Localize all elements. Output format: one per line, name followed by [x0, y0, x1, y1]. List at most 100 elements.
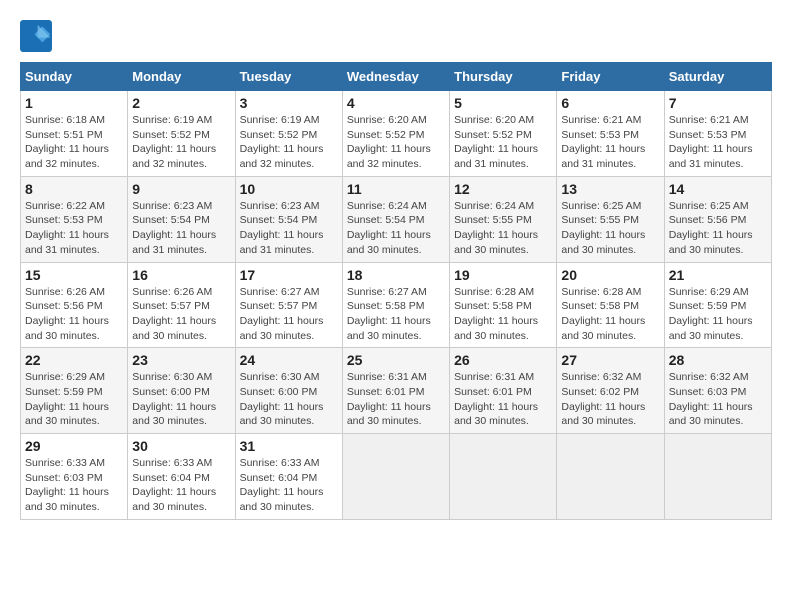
- day-detail: Sunrise: 6:20 AMSunset: 5:52 PMDaylight:…: [347, 113, 445, 172]
- dow-header: Monday: [128, 63, 235, 91]
- calendar-cell: 25Sunrise: 6:31 AMSunset: 6:01 PMDayligh…: [342, 348, 449, 434]
- day-detail: Sunrise: 6:29 AMSunset: 5:59 PMDaylight:…: [669, 285, 767, 344]
- day-number: 1: [25, 95, 123, 111]
- dow-header: Saturday: [664, 63, 771, 91]
- calendar-cell: 24 Sunrise: 6:30 AMSunset: 6:00 PMDayligh…: [235, 348, 342, 434]
- day-detail: Sunrise: 6:24 AMSunset: 5:55 PMDaylight:…: [454, 199, 552, 258]
- calendar-cell: 11 Sunrise: 6:24 AMSunset: 5:54 PMDayligh…: [342, 176, 449, 262]
- day-detail: Sunrise: 6:29 AMSunset: 5:59 PMDaylight:…: [25, 370, 123, 429]
- calendar-cell: 26 Sunrise: 6:31 AMSunset: 6:01 PMDayligh…: [450, 348, 557, 434]
- day-detail: Sunrise: 6:32 AMSunset: 6:03 PMDaylight:…: [669, 370, 767, 429]
- day-detail: Sunrise: 6:23 AMSunset: 5:54 PMDaylight:…: [240, 199, 338, 258]
- logo-icon: [20, 20, 52, 52]
- day-detail: Sunrise: 6:33 AMSunset: 6:03 PMDaylight:…: [25, 456, 123, 515]
- day-detail: Sunrise: 6:28 AMSunset: 5:58 PMDaylight:…: [454, 285, 552, 344]
- calendar-cell: 8Sunrise: 6:22 AMSunset: 5:53 PMDaylight…: [21, 176, 128, 262]
- calendar-cell: 22 Sunrise: 6:29 AMSunset: 5:59 PMDayligh…: [21, 348, 128, 434]
- calendar-cell: 29 Sunrise: 6:33 AMSunset: 6:03 PMDayligh…: [21, 434, 128, 520]
- calendar-cell: 18 Sunrise: 6:27 AMSunset: 5:58 PMDayligh…: [342, 262, 449, 348]
- calendar-week-row: 29 Sunrise: 6:33 AMSunset: 6:03 PMDayligh…: [21, 434, 772, 520]
- calendar-cell: 10Sunrise: 6:23 AMSunset: 5:54 PMDayligh…: [235, 176, 342, 262]
- day-detail: Sunrise: 6:26 AMSunset: 5:57 PMDaylight:…: [132, 285, 230, 344]
- day-number: 23: [132, 352, 230, 368]
- day-number: 9: [132, 181, 230, 197]
- calendar-cell: [342, 434, 449, 520]
- day-detail: Sunrise: 6:23 AMSunset: 5:54 PMDaylight:…: [132, 199, 230, 258]
- day-number: 11: [347, 181, 445, 197]
- day-detail: Sunrise: 6:21 AMSunset: 5:53 PMDaylight:…: [561, 113, 659, 172]
- calendar-week-row: 8Sunrise: 6:22 AMSunset: 5:53 PMDaylight…: [21, 176, 772, 262]
- calendar-cell: 14Sunrise: 6:25 AMSunset: 5:56 PMDayligh…: [664, 176, 771, 262]
- calendar-cell: 12 Sunrise: 6:24 AMSunset: 5:55 PMDayligh…: [450, 176, 557, 262]
- calendar-cell: 17 Sunrise: 6:27 AMSunset: 5:57 PMDayligh…: [235, 262, 342, 348]
- day-number: 2: [132, 95, 230, 111]
- day-detail: Sunrise: 6:24 AMSunset: 5:54 PMDaylight:…: [347, 199, 445, 258]
- day-detail: Sunrise: 6:32 AMSunset: 6:02 PMDaylight:…: [561, 370, 659, 429]
- calendar-cell: 7 Sunrise: 6:21 AMSunset: 5:53 PMDaylight…: [664, 91, 771, 177]
- calendar-body: 1Sunrise: 6:18 AMSunset: 5:51 PMDaylight…: [21, 91, 772, 520]
- calendar-table: SundayMondayTuesdayWednesdayThursdayFrid…: [20, 62, 772, 520]
- day-detail: Sunrise: 6:30 AMSunset: 6:00 PMDaylight:…: [240, 370, 338, 429]
- day-number: 17: [240, 267, 338, 283]
- calendar-cell: 21 Sunrise: 6:29 AMSunset: 5:59 PMDayligh…: [664, 262, 771, 348]
- day-number: 5: [454, 95, 552, 111]
- calendar-cell: [557, 434, 664, 520]
- day-detail: Sunrise: 6:20 AMSunset: 5:52 PMDaylight:…: [454, 113, 552, 172]
- dow-header: Wednesday: [342, 63, 449, 91]
- day-number: 13: [561, 181, 659, 197]
- day-detail: Sunrise: 6:19 AMSunset: 5:52 PMDaylight:…: [240, 113, 338, 172]
- calendar-cell: 1Sunrise: 6:18 AMSunset: 5:51 PMDaylight…: [21, 91, 128, 177]
- day-detail: Sunrise: 6:26 AMSunset: 5:56 PMDaylight:…: [25, 285, 123, 344]
- day-detail: Sunrise: 6:21 AMSunset: 5:53 PMDaylight:…: [669, 113, 767, 172]
- logo: [20, 20, 56, 52]
- day-number: 24: [240, 352, 338, 368]
- day-number: 15: [25, 267, 123, 283]
- calendar-cell: [664, 434, 771, 520]
- calendar-week-row: 1Sunrise: 6:18 AMSunset: 5:51 PMDaylight…: [21, 91, 772, 177]
- day-number: 7: [669, 95, 767, 111]
- calendar-cell: 31Sunrise: 6:33 AMSunset: 6:04 PMDayligh…: [235, 434, 342, 520]
- dow-header: Thursday: [450, 63, 557, 91]
- day-detail: Sunrise: 6:19 AMSunset: 5:52 PMDaylight:…: [132, 113, 230, 172]
- day-detail: Sunrise: 6:27 AMSunset: 5:58 PMDaylight:…: [347, 285, 445, 344]
- calendar-week-row: 15 Sunrise: 6:26 AMSunset: 5:56 PMDayligh…: [21, 262, 772, 348]
- calendar-cell: 23Sunrise: 6:30 AMSunset: 6:00 PMDayligh…: [128, 348, 235, 434]
- day-number: 22: [25, 352, 123, 368]
- day-number: 18: [347, 267, 445, 283]
- page-header: [20, 20, 772, 52]
- day-number: 19: [454, 267, 552, 283]
- calendar-cell: 19 Sunrise: 6:28 AMSunset: 5:58 PMDayligh…: [450, 262, 557, 348]
- calendar-cell: 15 Sunrise: 6:26 AMSunset: 5:56 PMDayligh…: [21, 262, 128, 348]
- dow-header: Friday: [557, 63, 664, 91]
- calendar-cell: 9 Sunrise: 6:23 AMSunset: 5:54 PMDaylight…: [128, 176, 235, 262]
- calendar-cell: 2 Sunrise: 6:19 AMSunset: 5:52 PMDaylight…: [128, 91, 235, 177]
- calendar-cell: 16Sunrise: 6:26 AMSunset: 5:57 PMDayligh…: [128, 262, 235, 348]
- day-number: 3: [240, 95, 338, 111]
- calendar-cell: 30 Sunrise: 6:33 AMSunset: 6:04 PMDayligh…: [128, 434, 235, 520]
- dow-header: Sunday: [21, 63, 128, 91]
- day-detail: Sunrise: 6:31 AMSunset: 6:01 PMDaylight:…: [454, 370, 552, 429]
- calendar-cell: 4 Sunrise: 6:20 AMSunset: 5:52 PMDaylight…: [342, 91, 449, 177]
- day-detail: Sunrise: 6:28 AMSunset: 5:58 PMDaylight:…: [561, 285, 659, 344]
- day-detail: Sunrise: 6:33 AMSunset: 6:04 PMDaylight:…: [240, 456, 338, 515]
- day-number: 30: [132, 438, 230, 454]
- day-detail: Sunrise: 6:27 AMSunset: 5:57 PMDaylight:…: [240, 285, 338, 344]
- day-number: 29: [25, 438, 123, 454]
- calendar-cell: 5 Sunrise: 6:20 AMSunset: 5:52 PMDaylight…: [450, 91, 557, 177]
- calendar-cell: [450, 434, 557, 520]
- day-number: 12: [454, 181, 552, 197]
- calendar-week-row: 22 Sunrise: 6:29 AMSunset: 5:59 PMDayligh…: [21, 348, 772, 434]
- day-detail: Sunrise: 6:33 AMSunset: 6:04 PMDaylight:…: [132, 456, 230, 515]
- day-number: 6: [561, 95, 659, 111]
- day-number: 26: [454, 352, 552, 368]
- day-of-week-row: SundayMondayTuesdayWednesdayThursdayFrid…: [21, 63, 772, 91]
- calendar-cell: 3 Sunrise: 6:19 AMSunset: 5:52 PMDaylight…: [235, 91, 342, 177]
- calendar-cell: 28Sunrise: 6:32 AMSunset: 6:03 PMDayligh…: [664, 348, 771, 434]
- day-number: 27: [561, 352, 659, 368]
- calendar-cell: 6 Sunrise: 6:21 AMSunset: 5:53 PMDaylight…: [557, 91, 664, 177]
- day-number: 21: [669, 267, 767, 283]
- day-number: 25: [347, 352, 445, 368]
- day-number: 4: [347, 95, 445, 111]
- calendar-cell: 27 Sunrise: 6:32 AMSunset: 6:02 PMDayligh…: [557, 348, 664, 434]
- day-number: 20: [561, 267, 659, 283]
